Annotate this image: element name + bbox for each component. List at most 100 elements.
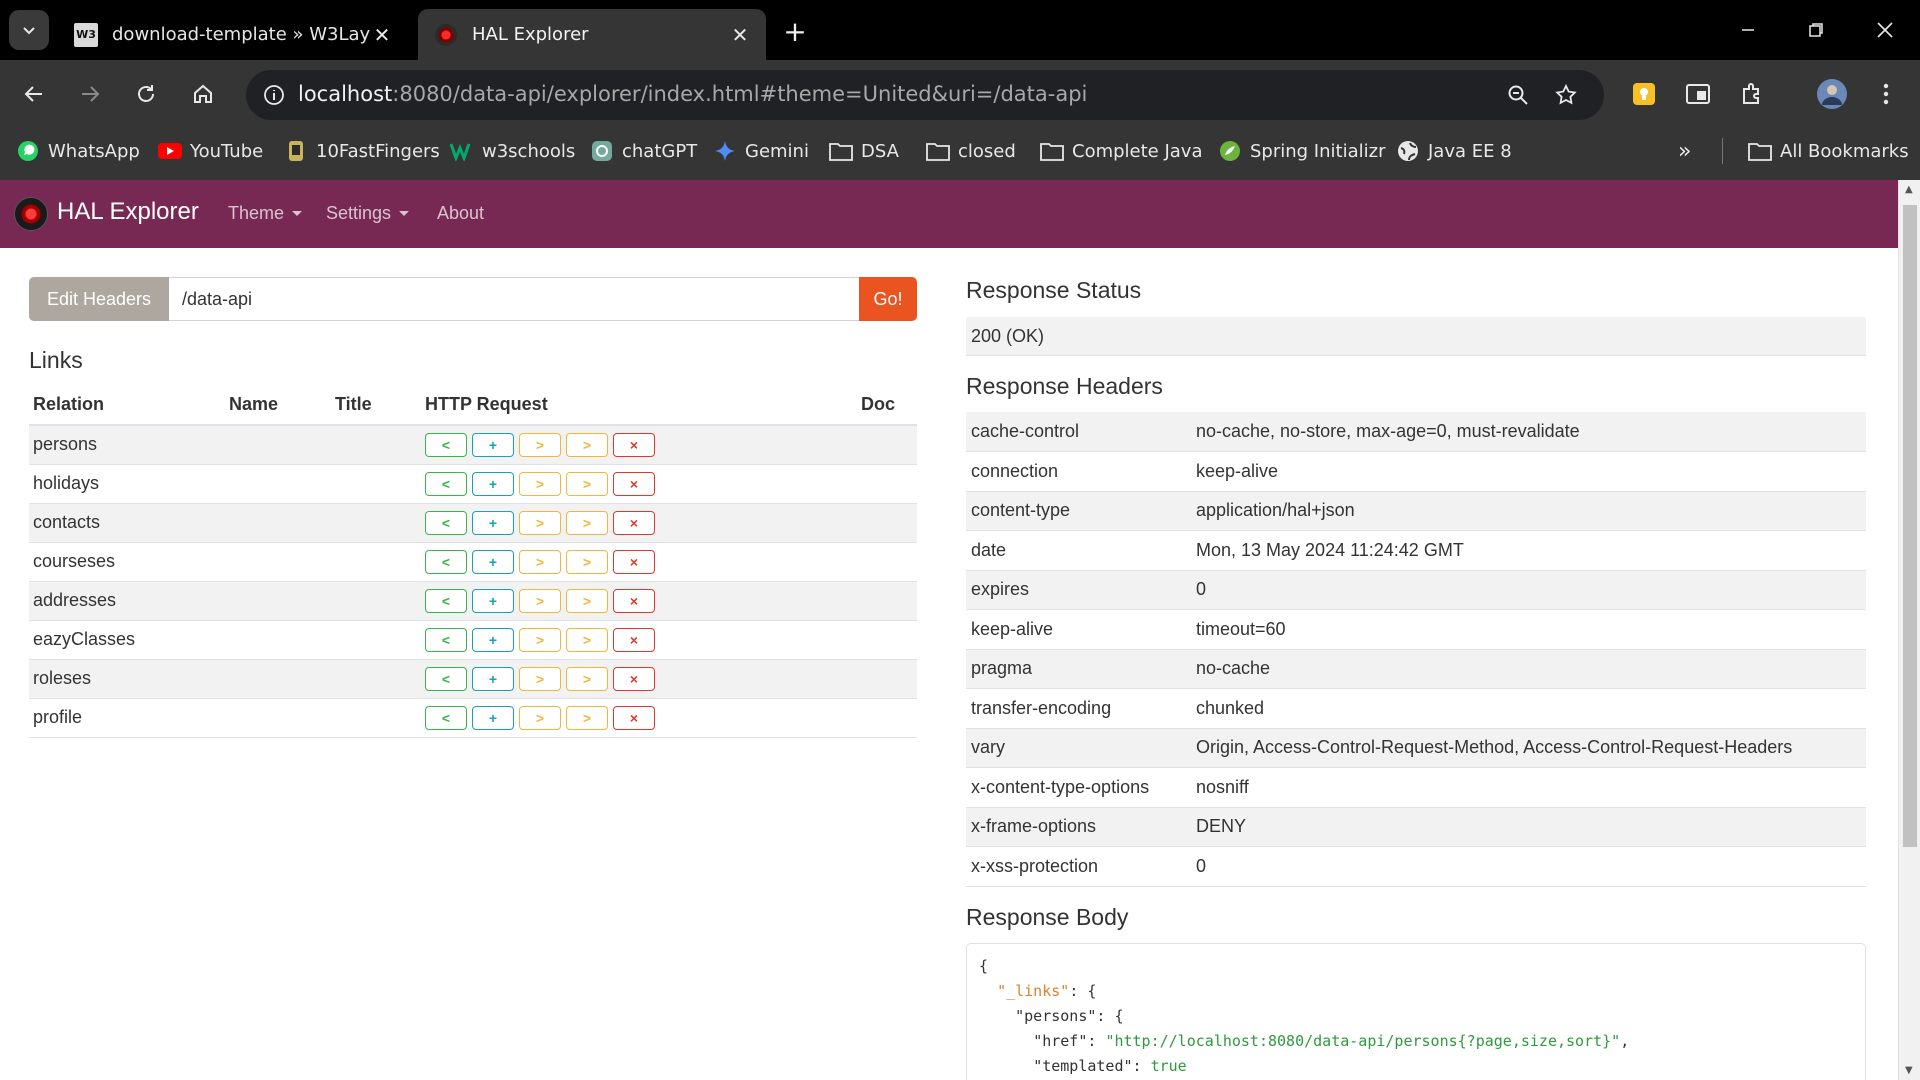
http-put-button[interactable]: > [519,627,561,652]
tab-search-button[interactable] [9,10,49,50]
nav-settings-label: Settings [326,203,392,223]
scroll-up-arrow-icon[interactable]: ▲ [1905,184,1913,195]
nav-settings-dropdown[interactable]: Settings [326,203,410,224]
scroll-thumb[interactable] [1903,205,1917,847]
bookmark-gemini[interactable]: Gemini [713,136,809,166]
http-put-button[interactable]: > [519,588,561,613]
http-put-button[interactable]: > [519,549,561,574]
http-post-button[interactable]: + [472,627,514,652]
table-row: profile < + > > × [29,698,917,738]
forward-icon[interactable] [70,74,110,114]
address-bar[interactable]: localhost:8080/data-api/explorer/index.h… [246,70,1604,120]
http-get-button[interactable]: < [425,549,467,574]
site-info-icon[interactable] [256,77,292,113]
http-put-button[interactable]: > [519,510,561,535]
zoom-icon[interactable] [1502,79,1534,111]
bookmark-whatsapp[interactable]: WhatsApp [16,136,140,166]
http-delete-button[interactable]: × [613,705,655,730]
uri-input[interactable]: /data-api [169,277,859,321]
http-get-button[interactable]: < [425,627,467,652]
link-doc [857,542,917,582]
http-post-button[interactable]: + [472,588,514,613]
new-tab-button[interactable]: + [778,14,812,48]
bookmark-folder-dsa[interactable]: DSA [829,136,899,166]
reload-icon[interactable] [126,74,166,114]
http-delete-button[interactable]: × [613,588,655,613]
home-icon[interactable] [183,74,223,114]
bookmarks-overflow-button[interactable]: » [1678,136,1691,166]
http-post-button[interactable]: + [472,510,514,535]
nav-theme-dropdown[interactable]: Theme [228,203,303,224]
http-delete-button[interactable]: × [613,510,655,535]
http-post-button[interactable]: + [472,432,514,457]
http-get-button[interactable]: < [425,666,467,691]
http-put-button[interactable]: > [519,666,561,691]
bookmark-folder-closed[interactable]: closed [926,136,1016,166]
http-delete-button[interactable]: × [613,549,655,574]
bookmark-folder-complete-java[interactable]: Complete Java [1040,136,1203,166]
http-get-button[interactable]: < [425,588,467,613]
extensions-icon[interactable] [1734,76,1770,112]
tab-w3layouts[interactable]: W3 download-template » W3Layou ✕ [58,9,408,60]
http-delete-button[interactable]: × [613,432,655,457]
http-put-button[interactable]: > [519,705,561,730]
bookmark-w3schools[interactable]: w3schools [450,136,575,166]
tab-hal-explorer[interactable]: HAL Explorer ✕ [418,9,766,60]
star-icon[interactable] [1550,79,1582,111]
link-name [225,425,331,465]
close-icon[interactable]: ✕ [728,23,752,47]
link-relation: holidays [29,464,225,504]
http-patch-button[interactable]: > [566,666,608,691]
link-title [331,698,421,738]
avatar[interactable] [1814,76,1850,112]
back-icon[interactable] [14,74,54,114]
kebab-menu-icon[interactable] [1868,76,1904,112]
http-patch-button[interactable]: > [566,432,608,457]
json-value-href[interactable]: "http://localhost:8080/data-api/persons{… [1105,1032,1620,1050]
window-close-icon[interactable] [1862,10,1908,50]
http-patch-button[interactable]: > [566,510,608,535]
header-value: keep-alive [1191,451,1866,492]
http-post-button[interactable]: + [472,705,514,730]
tab-search-icon[interactable] [1680,76,1716,112]
http-get-button[interactable]: < [425,432,467,457]
http-get-button[interactable]: < [425,705,467,730]
http-delete-button[interactable]: × [613,471,655,496]
restore-icon[interactable] [1793,10,1839,50]
brand-title[interactable]: HAL Explorer [57,198,199,226]
http-put-button[interactable]: > [519,471,561,496]
bookmark-youtube[interactable]: YouTube [158,136,263,166]
edit-headers-button[interactable]: Edit Headers [29,277,169,321]
bookmark-10fastfingers[interactable]: 10FastFingers [284,136,440,166]
http-patch-button[interactable]: > [566,627,608,652]
http-request-buttons: < + > > × [421,659,857,699]
bookmark-spring-initializr[interactable]: Spring Initializr [1218,136,1385,166]
http-patch-button[interactable]: > [566,471,608,496]
link-name [225,464,331,504]
http-patch-button[interactable]: > [566,549,608,574]
col-title: Title [331,385,421,426]
http-put-button[interactable]: > [519,432,561,457]
http-post-button[interactable]: + [472,471,514,496]
http-delete-button[interactable]: × [613,627,655,652]
nav-about-link[interactable]: About [437,203,484,224]
all-bookmarks-button[interactable]: All Bookmarks [1748,136,1909,166]
http-get-button[interactable]: < [425,510,467,535]
url-path: :8080/data-api/explorer/index.html#theme… [392,82,1088,106]
http-patch-button[interactable]: > [566,588,608,613]
http-post-button[interactable]: + [472,666,514,691]
http-post-button[interactable]: + [472,549,514,574]
http-patch-button[interactable]: > [566,705,608,730]
header-name: x-content-type-options [966,767,1191,808]
extension-keep-icon[interactable] [1626,76,1662,112]
close-icon[interactable]: ✕ [370,23,394,47]
go-button[interactable]: Go! [859,277,917,321]
http-get-button[interactable]: < [425,471,467,496]
page-scrollbar[interactable]: ▲ ▼ [1898,180,1920,1080]
scroll-down-arrow-icon[interactable]: ▼ [1905,1065,1913,1076]
bookmark-chatgpt[interactable]: chatGPT [590,136,697,166]
minimize-icon[interactable] [1725,10,1771,50]
link-doc [857,698,917,738]
bookmark-java-ee-8[interactable]: Java EE 8 [1396,136,1512,166]
http-delete-button[interactable]: × [613,666,655,691]
